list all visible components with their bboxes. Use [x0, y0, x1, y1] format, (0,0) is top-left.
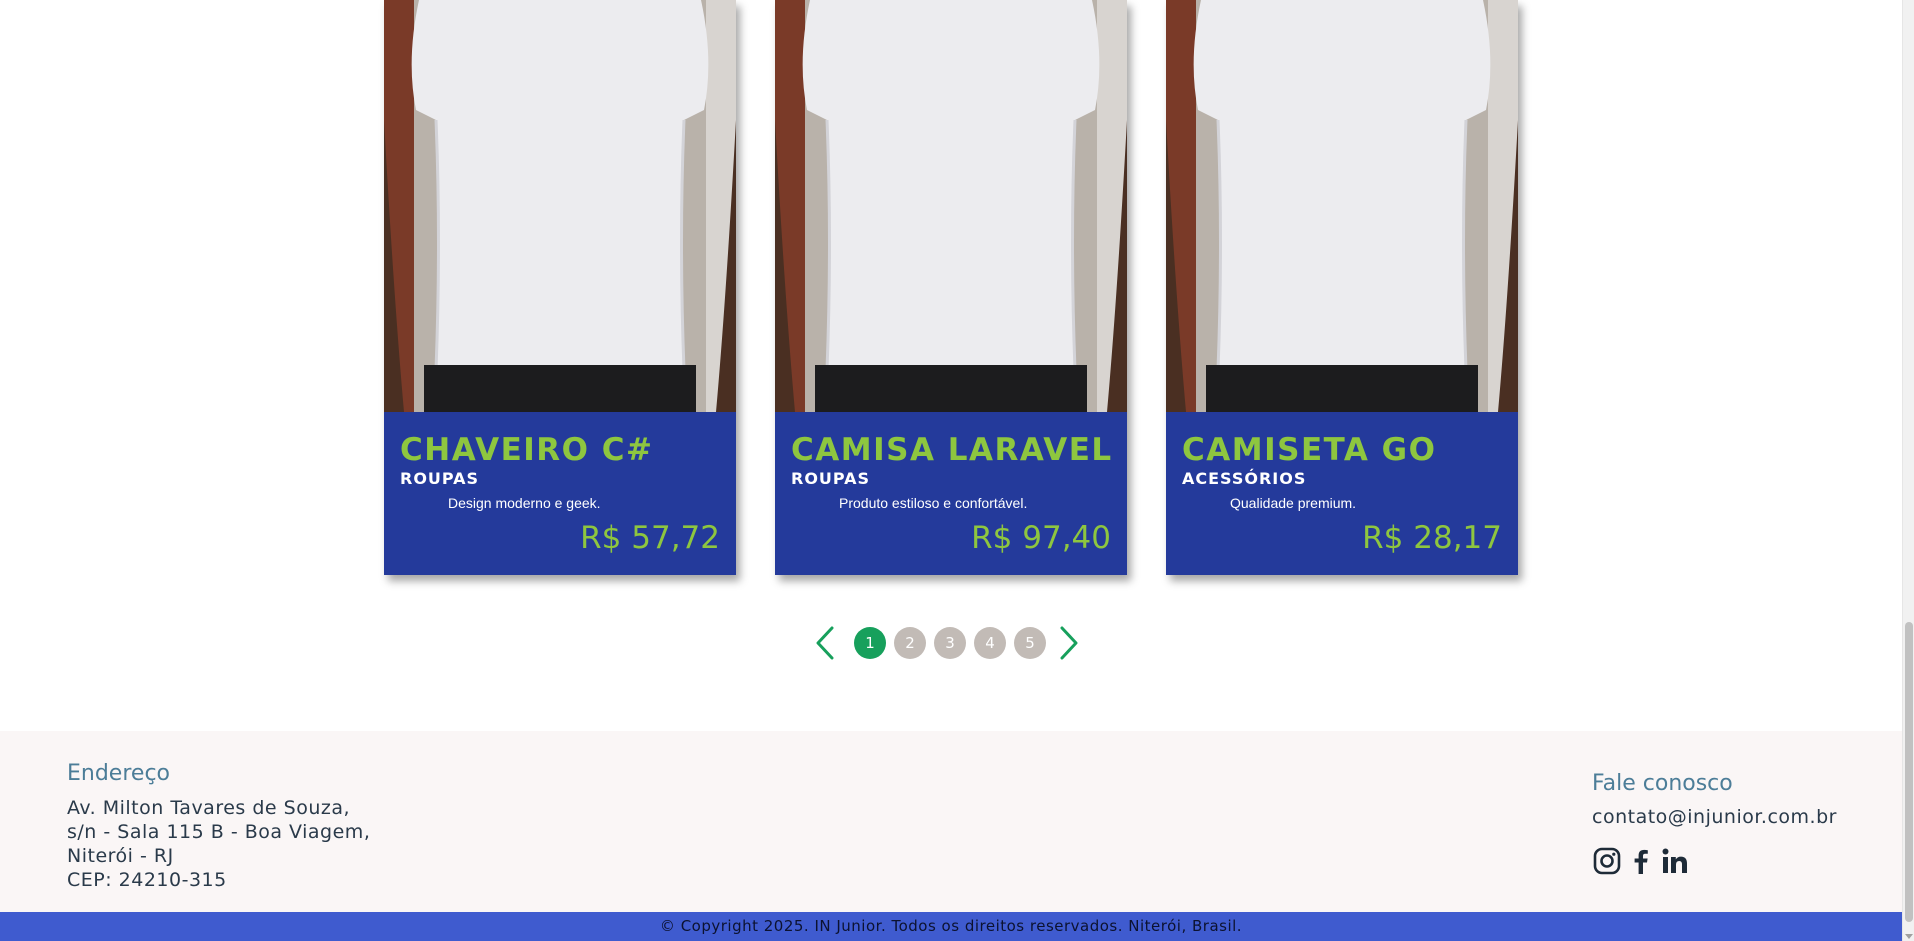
address-line: Niterói - RJ	[67, 845, 174, 867]
product-image[interactable]	[384, 0, 736, 412]
product-category: ACESSÓRIOS	[1182, 469, 1307, 488]
product-info: CHAVEIRO C# ROUPAS Design moderno e geek…	[384, 412, 736, 575]
address-line: Av. Milton Tavares de Souza,	[67, 797, 351, 819]
scroll-down-arrow-icon[interactable]	[1905, 934, 1913, 939]
product-card[interactable]: CAMISETA GO ACESSÓRIOS Qualidade premium…	[1166, 0, 1518, 575]
product-title[interactable]: CHAVEIRO C#	[400, 432, 654, 468]
product-price: R$ 97,40	[971, 520, 1111, 556]
vertical-scrollbar[interactable]	[1902, 0, 1914, 941]
copyright-bar: © Copyright 2025. IN Junior. Todos os di…	[0, 912, 1902, 941]
contact-email-link[interactable]: contato@injunior.com.br	[1592, 806, 1837, 828]
chevron-right-icon[interactable]	[1056, 624, 1082, 662]
page-button-2[interactable]: 2	[894, 627, 926, 659]
product-category: ROUPAS	[791, 469, 871, 488]
page-button-3[interactable]: 3	[934, 627, 966, 659]
scrollbar-thumb[interactable]	[1905, 622, 1913, 922]
product-category: ROUPAS	[400, 469, 480, 488]
page-button-5[interactable]: 5	[1014, 627, 1046, 659]
product-description: Qualidade premium.	[1230, 495, 1357, 511]
footer: Endereço Av. Milton Tavares de Souza, s/…	[0, 731, 1902, 912]
address-title: Endereço	[67, 761, 170, 786]
product-title[interactable]: CAMISETA GO	[1182, 432, 1436, 468]
product-price: R$ 28,17	[1362, 520, 1502, 556]
product-image[interactable]	[1166, 0, 1518, 412]
product-description: Produto estiloso e confortável.	[839, 495, 1028, 511]
product-price: R$ 57,72	[580, 520, 720, 556]
chevron-left-icon[interactable]	[812, 624, 838, 662]
page: CHAVEIRO C# ROUPAS Design moderno e geek…	[0, 0, 1914, 941]
contact-title: Fale conosco	[1592, 771, 1733, 796]
product-card[interactable]: CHAVEIRO C# ROUPAS Design moderno e geek…	[384, 0, 736, 575]
page-button-4[interactable]: 4	[974, 627, 1006, 659]
linkedin-icon[interactable]	[1660, 846, 1690, 876]
product-info: CAMISA LARAVEL ROUPAS Produto estiloso e…	[775, 412, 1127, 575]
page-button-1[interactable]: 1	[854, 627, 886, 659]
facebook-icon[interactable]	[1626, 846, 1656, 876]
instagram-icon[interactable]	[1592, 846, 1622, 876]
product-info: CAMISETA GO ACESSÓRIOS Qualidade premium…	[1166, 412, 1518, 575]
pagination: 1 2 3 4 5	[812, 624, 1092, 662]
product-title[interactable]: CAMISA LARAVEL	[791, 432, 1113, 468]
product-grid: CHAVEIRO C# ROUPAS Design moderno e geek…	[384, 0, 1518, 575]
product-description: Design moderno e geek.	[448, 495, 601, 511]
address-line: s/n - Sala 115 B - Boa Viagem,	[67, 821, 371, 843]
address-line: CEP: 24210-315	[67, 869, 227, 891]
product-card[interactable]: CAMISA LARAVEL ROUPAS Produto estiloso e…	[775, 0, 1127, 575]
product-image[interactable]	[775, 0, 1127, 412]
